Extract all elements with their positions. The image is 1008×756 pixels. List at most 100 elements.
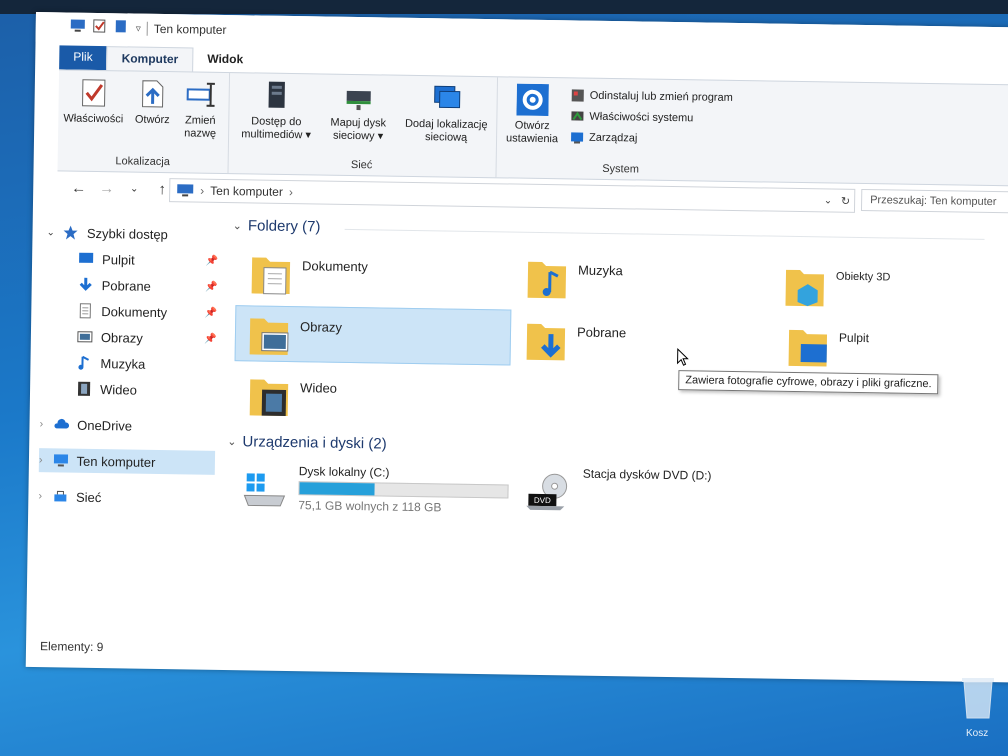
quick-access-label: Szybki dostęp xyxy=(86,225,168,242)
folder-tile-obrazy[interactable]: Obrazy xyxy=(234,305,512,366)
section-divider xyxy=(344,228,985,240)
folder-tile-obiekty-3d[interactable]: Obiekty 3D xyxy=(771,258,1008,316)
back-arrow-icon[interactable]: ← xyxy=(71,179,86,196)
pin-icon: 📌 xyxy=(205,255,219,267)
search-placeholder: Przeszukaj: Ten komputer xyxy=(870,194,997,209)
devices-header-label: Urządzenia i dyski (2) xyxy=(242,433,387,453)
folder-tile-dokumenty[interactable]: Dokumenty xyxy=(238,245,509,303)
sidebar-network[interactable]: › Sieć xyxy=(38,484,224,511)
folder-label: Obiekty 3D xyxy=(835,270,891,284)
manage-button[interactable]: Zarządzaj xyxy=(570,130,638,145)
properties-button[interactable]: Właściwości xyxy=(62,76,125,126)
folder-label: Muzyka xyxy=(577,262,623,279)
tab-computer[interactable]: Komputer xyxy=(106,46,194,72)
system-properties-button[interactable]: Właściwości systemu xyxy=(570,109,693,125)
drive-local-c[interactable]: Dysk lokalny (C:) 75,1 GB wolnych z 118 … xyxy=(230,457,531,522)
computer-icon xyxy=(53,454,68,467)
collapse-chevron-icon[interactable]: ⌄ xyxy=(46,227,55,238)
uninstall-program-button[interactable]: Odinstaluj lub zmień program xyxy=(571,88,733,105)
add-network-location-label: Dodaj lokalizację sieciową xyxy=(404,117,488,144)
status-bar-item-count: Elementy: 9 xyxy=(39,639,104,655)
sidebar-item-dokumenty[interactable]: Dokumenty 📌 xyxy=(77,299,221,325)
sidebar-item-muzyka[interactable]: Muzyka xyxy=(76,351,220,377)
media-access-label: Dostęp do multimediów ▾ xyxy=(241,115,312,142)
folder-label: Dokumenty xyxy=(301,258,368,275)
network-label: Sieć xyxy=(75,489,102,505)
3d-objects-folder-icon xyxy=(785,269,824,307)
open-label: Otwórz xyxy=(134,113,170,127)
network-drive-icon xyxy=(342,81,374,113)
rename-button[interactable]: Zmień nazwę xyxy=(176,78,225,141)
ribbon: Właściwości Otwórz Zmień nazwę Lokalizac… xyxy=(57,69,1008,187)
sidebar-item-label: Dokumenty xyxy=(101,303,168,320)
collapse-chevron-icon[interactable]: ⌄ xyxy=(227,435,236,448)
drive-name: Stacja dysków DVD (D:) xyxy=(582,466,712,483)
window-title: Ten komputer xyxy=(153,21,227,37)
breadcrumb-chevron-icon[interactable]: › xyxy=(289,185,293,199)
map-drive-button[interactable]: Mapuj dysk sieciowy ▾ xyxy=(322,81,395,144)
recycle-bin-label[interactable]: Kosz xyxy=(966,728,988,739)
manage-icon xyxy=(571,132,584,144)
music-folder-icon xyxy=(527,261,567,299)
forward-arrow-icon[interactable]: → xyxy=(99,180,114,197)
onedrive-label: OneDrive xyxy=(77,417,133,434)
screen-top-bezel xyxy=(0,0,1008,14)
sidebar-item-pulpit[interactable]: Pulpit 📌 xyxy=(78,247,222,273)
properties-icon[interactable] xyxy=(92,18,108,37)
add-network-location-button[interactable]: Dodaj lokalizację sieciową xyxy=(398,82,495,146)
navigation-pane: ⌄ Szybki dostęp Pulpit 📌 Pobrane 📌 Dokum… xyxy=(26,208,223,631)
open-settings-button[interactable]: Otwórz ustawienia xyxy=(500,83,565,146)
folders-section-header[interactable]: ⌄ Foldery (7) xyxy=(233,217,985,240)
collapse-chevron-icon[interactable]: ⌄ xyxy=(233,219,242,232)
folder-tile-wideo[interactable]: Wideo xyxy=(236,367,507,425)
drive-dvd-d[interactable]: DVD Stacja dysków DVD (D:) xyxy=(514,460,815,525)
video-icon xyxy=(77,381,91,396)
group-label-system: System xyxy=(602,162,640,176)
sidebar-item-wideo[interactable]: Wideo xyxy=(76,377,220,403)
sidebar-item-pobrane[interactable]: Pobrane 📌 xyxy=(78,273,222,299)
breadcrumb-this-pc[interactable]: Ten komputer xyxy=(210,184,283,199)
pin-icon: 📌 xyxy=(204,307,218,319)
tab-view[interactable]: Widok xyxy=(193,47,257,72)
open-icon xyxy=(136,78,168,110)
sidebar-quick-access[interactable]: ⌄ Szybki dostęp xyxy=(46,220,232,247)
group-label-network: Sieć xyxy=(350,158,373,172)
devices-section-header[interactable]: ⌄ Urządzenia i dyski (2) xyxy=(227,433,387,453)
up-arrow-icon[interactable]: ↑ xyxy=(155,180,169,197)
cloud-icon xyxy=(54,418,69,429)
expand-chevron-icon[interactable]: › xyxy=(39,418,43,430)
new-folder-icon[interactable] xyxy=(114,19,130,38)
sidebar-item-label: Muzyka xyxy=(100,355,146,372)
desktop-folder-icon xyxy=(788,329,828,367)
tab-file[interactable]: Plik xyxy=(59,45,107,71)
sidebar-onedrive[interactable]: › OneDrive xyxy=(39,412,225,439)
customize-qat-icon[interactable]: ▿ xyxy=(136,23,141,34)
folder-label: Obrazy xyxy=(299,319,343,335)
title-separator xyxy=(146,21,148,36)
address-dropdown-icon[interactable]: ⌄ xyxy=(824,195,833,206)
dvd-drive-icon: DVD xyxy=(526,473,568,511)
folder-tile-pulpit[interactable]: Pulpit xyxy=(774,318,1008,376)
drive-name: Dysk lokalny (C:) xyxy=(298,464,390,480)
manage-label: Zarządzaj xyxy=(588,131,638,145)
pictures-icon xyxy=(77,331,93,343)
computer-icon xyxy=(70,18,86,37)
network-location-icon xyxy=(430,82,462,114)
expand-chevron-icon[interactable]: › xyxy=(39,454,43,466)
folder-tile-pobrane[interactable]: Pobrane xyxy=(513,312,784,370)
address-bar[interactable]: › Ten komputer › ⌄ ↻ xyxy=(169,178,856,213)
media-access-button[interactable]: Dostęp do multimediów ▾ xyxy=(234,79,319,142)
ribbon-group-system: Otwórz ustawienia Odinstaluj lub zmień p… xyxy=(495,77,747,181)
sidebar-this-pc[interactable]: › Ten komputer xyxy=(38,448,216,475)
drive-free-space: 75,1 GB wolnych z 118 GB xyxy=(298,498,442,515)
recent-locations-chevron-icon[interactable]: ⌄ xyxy=(127,183,141,194)
open-button[interactable]: Otwórz xyxy=(130,78,175,128)
search-input[interactable]: Przeszukaj: Ten komputer xyxy=(860,188,1008,214)
folder-label: Pulpit xyxy=(838,330,870,346)
sidebar-item-obrazy[interactable]: Obrazy 📌 xyxy=(77,325,221,351)
folder-tile-muzyka[interactable]: Muzyka xyxy=(513,250,784,308)
recycle-bin-icon[interactable] xyxy=(958,672,998,720)
refresh-icon[interactable]: ↻ xyxy=(841,194,850,207)
expand-chevron-icon[interactable]: › xyxy=(38,490,42,502)
star-icon xyxy=(63,225,78,240)
